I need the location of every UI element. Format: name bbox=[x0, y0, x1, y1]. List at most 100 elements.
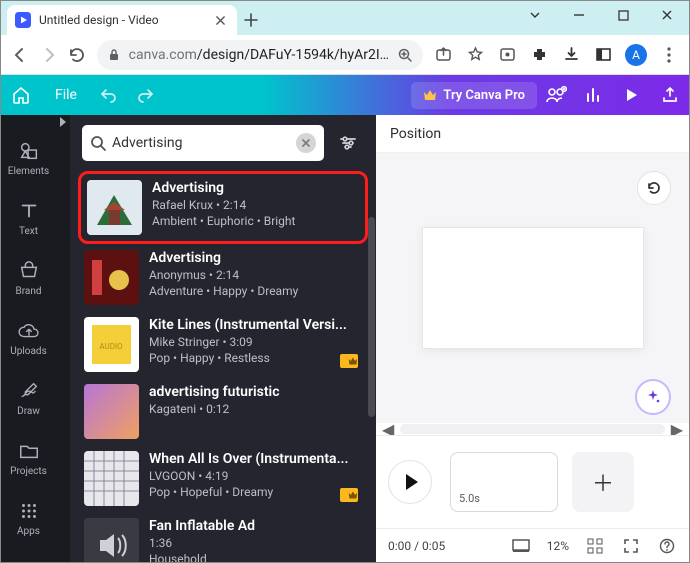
home-button[interactable] bbox=[1, 75, 41, 115]
result-tags: Pop • Hopeful • Dreamy bbox=[149, 485, 362, 499]
result-title: Fan Inflatable Ad bbox=[149, 518, 362, 534]
audio-result[interactable]: AdvertisingRafael Krux • 2:14Ambient • E… bbox=[78, 171, 368, 244]
nav-back-button[interactable] bbox=[11, 46, 30, 64]
fullscreen-icon[interactable] bbox=[621, 536, 641, 556]
try-pro-button[interactable]: Try Canva Pro bbox=[411, 82, 537, 109]
result-tags: Pop • Happy • Restless bbox=[149, 351, 362, 365]
rail-elements[interactable]: Elements bbox=[1, 133, 56, 183]
audio-result[interactable]: advertising futuristic Kagateni • 0:12 bbox=[78, 378, 368, 445]
install-app-icon[interactable] bbox=[497, 45, 517, 65]
clear-search-button[interactable] bbox=[296, 133, 316, 153]
search-input[interactable] bbox=[112, 135, 290, 151]
result-subtitle: Mike Stringer • 3:09 bbox=[149, 335, 362, 349]
result-title: Advertising bbox=[149, 250, 362, 266]
result-thumb bbox=[84, 384, 139, 439]
rail-label: Uploads bbox=[10, 346, 46, 357]
tab-title: Untitled design - Video bbox=[39, 13, 207, 27]
audio-result[interactable]: Fan Inflatable Ad1:36Household bbox=[78, 512, 368, 562]
magic-button[interactable] bbox=[635, 379, 671, 415]
rail-projects[interactable]: Projects bbox=[1, 433, 56, 483]
present-button[interactable] bbox=[613, 75, 651, 115]
zoom-icon[interactable] bbox=[397, 47, 413, 63]
left-rail: Elements Text Brand Uploads Draw Project… bbox=[1, 115, 56, 562]
address-url: canva.com/design/DAFuY-1594k/hyAr2I… bbox=[129, 47, 389, 63]
rail-label: Elements bbox=[8, 166, 49, 177]
share-icon[interactable] bbox=[433, 45, 453, 65]
file-menu[interactable]: File bbox=[41, 75, 91, 115]
window-close-icon[interactable] bbox=[645, 1, 689, 29]
result-subtitle: Kagateni • 0:12 bbox=[149, 402, 362, 416]
downloads-icon[interactable] bbox=[561, 45, 581, 65]
result-subtitle: 1:36 bbox=[149, 536, 362, 550]
grid-view-icon[interactable] bbox=[585, 536, 605, 556]
audio-result[interactable]: AUDIOKite Lines (Instrumental Versi...Mi… bbox=[78, 311, 368, 378]
tab-close-icon[interactable] bbox=[215, 15, 229, 26]
search-input-wrap[interactable] bbox=[82, 125, 324, 161]
editor-stage: Position ◀ ▶ 5.0s ＋ 0:00 / 0:05 bbox=[376, 115, 689, 562]
notes-icon[interactable] bbox=[511, 536, 531, 556]
address-bar[interactable]: canva.com/design/DAFuY-1594k/hyAr2I… bbox=[97, 40, 423, 70]
rail-uploads[interactable]: Uploads bbox=[1, 313, 56, 363]
rail-label: Brand bbox=[15, 286, 41, 297]
new-tab-button[interactable] bbox=[237, 6, 265, 34]
position-button[interactable]: Position bbox=[390, 126, 441, 142]
timeline-play-button[interactable] bbox=[388, 460, 432, 504]
video-frame[interactable] bbox=[423, 228, 643, 348]
browser-menu-icon[interactable] bbox=[659, 45, 679, 65]
result-thumb bbox=[84, 250, 139, 305]
profile-avatar[interactable]: A bbox=[625, 44, 647, 66]
window-minimize-icon[interactable] bbox=[557, 1, 601, 29]
lock-icon bbox=[107, 48, 121, 62]
window-caret-icon[interactable] bbox=[513, 1, 557, 29]
zoom-label[interactable]: 12% bbox=[547, 539, 569, 553]
filter-button[interactable] bbox=[332, 127, 364, 159]
app-topbar: File Try Canva Pro bbox=[1, 75, 689, 115]
rail-collapse-handle[interactable] bbox=[56, 115, 70, 562]
search-icon bbox=[90, 135, 106, 151]
redo-button[interactable] bbox=[127, 75, 163, 115]
rail-brand[interactable]: Brand bbox=[1, 253, 56, 303]
bookmark-star-icon[interactable] bbox=[465, 45, 485, 65]
analytics-button[interactable] bbox=[575, 75, 613, 115]
window-titlebar: Untitled design - Video bbox=[1, 1, 689, 35]
pro-badge-icon bbox=[340, 354, 358, 368]
help-icon[interactable] bbox=[657, 536, 677, 556]
timeline: 5.0s ＋ bbox=[376, 435, 689, 528]
browser-toolbar: canva.com/design/DAFuY-1594k/hyAr2I… A bbox=[1, 35, 689, 75]
timeline-clip[interactable]: 5.0s bbox=[450, 452, 558, 512]
rail-draw[interactable]: Draw bbox=[1, 373, 56, 423]
nav-forward-button[interactable] bbox=[40, 46, 59, 64]
stage-header: Position bbox=[376, 115, 689, 153]
rail-apps[interactable]: Apps bbox=[1, 493, 56, 543]
result-title: When All Is Over (Instrumenta... bbox=[149, 451, 362, 467]
timecode-label: 0:00 / 0:05 bbox=[388, 539, 445, 553]
result-title: Advertising bbox=[152, 180, 359, 196]
rail-text[interactable]: Text bbox=[1, 193, 56, 243]
rail-label: Text bbox=[19, 226, 38, 237]
regenerate-button[interactable] bbox=[637, 171, 671, 205]
audio-result[interactable]: When All Is Over (Instrumenta...LVGOON •… bbox=[78, 445, 368, 512]
result-title: advertising futuristic bbox=[149, 384, 362, 400]
result-subtitle: Rafael Krux • 2:14 bbox=[152, 198, 359, 212]
audio-result[interactable]: Advertising Anonymus • 2:14 Adventure • Ha… bbox=[78, 244, 368, 311]
result-tags: Adventure • Happy • Dreamy bbox=[149, 284, 362, 298]
results-scrollbar[interactable] bbox=[368, 217, 375, 417]
results-list: AdvertisingRafael Krux • 2:14Ambient • E… bbox=[70, 171, 376, 562]
pro-badge-icon bbox=[340, 488, 358, 502]
result-thumb bbox=[84, 518, 139, 562]
stage-canvas[interactable] bbox=[376, 153, 689, 423]
side-panel-icon[interactable] bbox=[593, 45, 613, 65]
result-title: Kite Lines (Instrumental Versi... bbox=[149, 317, 362, 333]
rail-label: Apps bbox=[17, 526, 40, 537]
collaborators-button[interactable] bbox=[537, 75, 575, 115]
result-thumb bbox=[87, 180, 142, 235]
window-maximize-icon[interactable] bbox=[601, 1, 645, 29]
undo-button[interactable] bbox=[91, 75, 127, 115]
share-button[interactable] bbox=[651, 75, 689, 115]
add-clip-button[interactable]: ＋ bbox=[572, 452, 634, 512]
canvas-hscroll[interactable]: ◀ ▶ bbox=[376, 423, 689, 435]
extensions-icon[interactable] bbox=[529, 45, 549, 65]
nav-reload-button[interactable] bbox=[68, 46, 87, 64]
browser-tab[interactable]: Untitled design - Video bbox=[7, 5, 237, 35]
result-subtitle: Anonymus • 2:14 bbox=[149, 268, 362, 282]
